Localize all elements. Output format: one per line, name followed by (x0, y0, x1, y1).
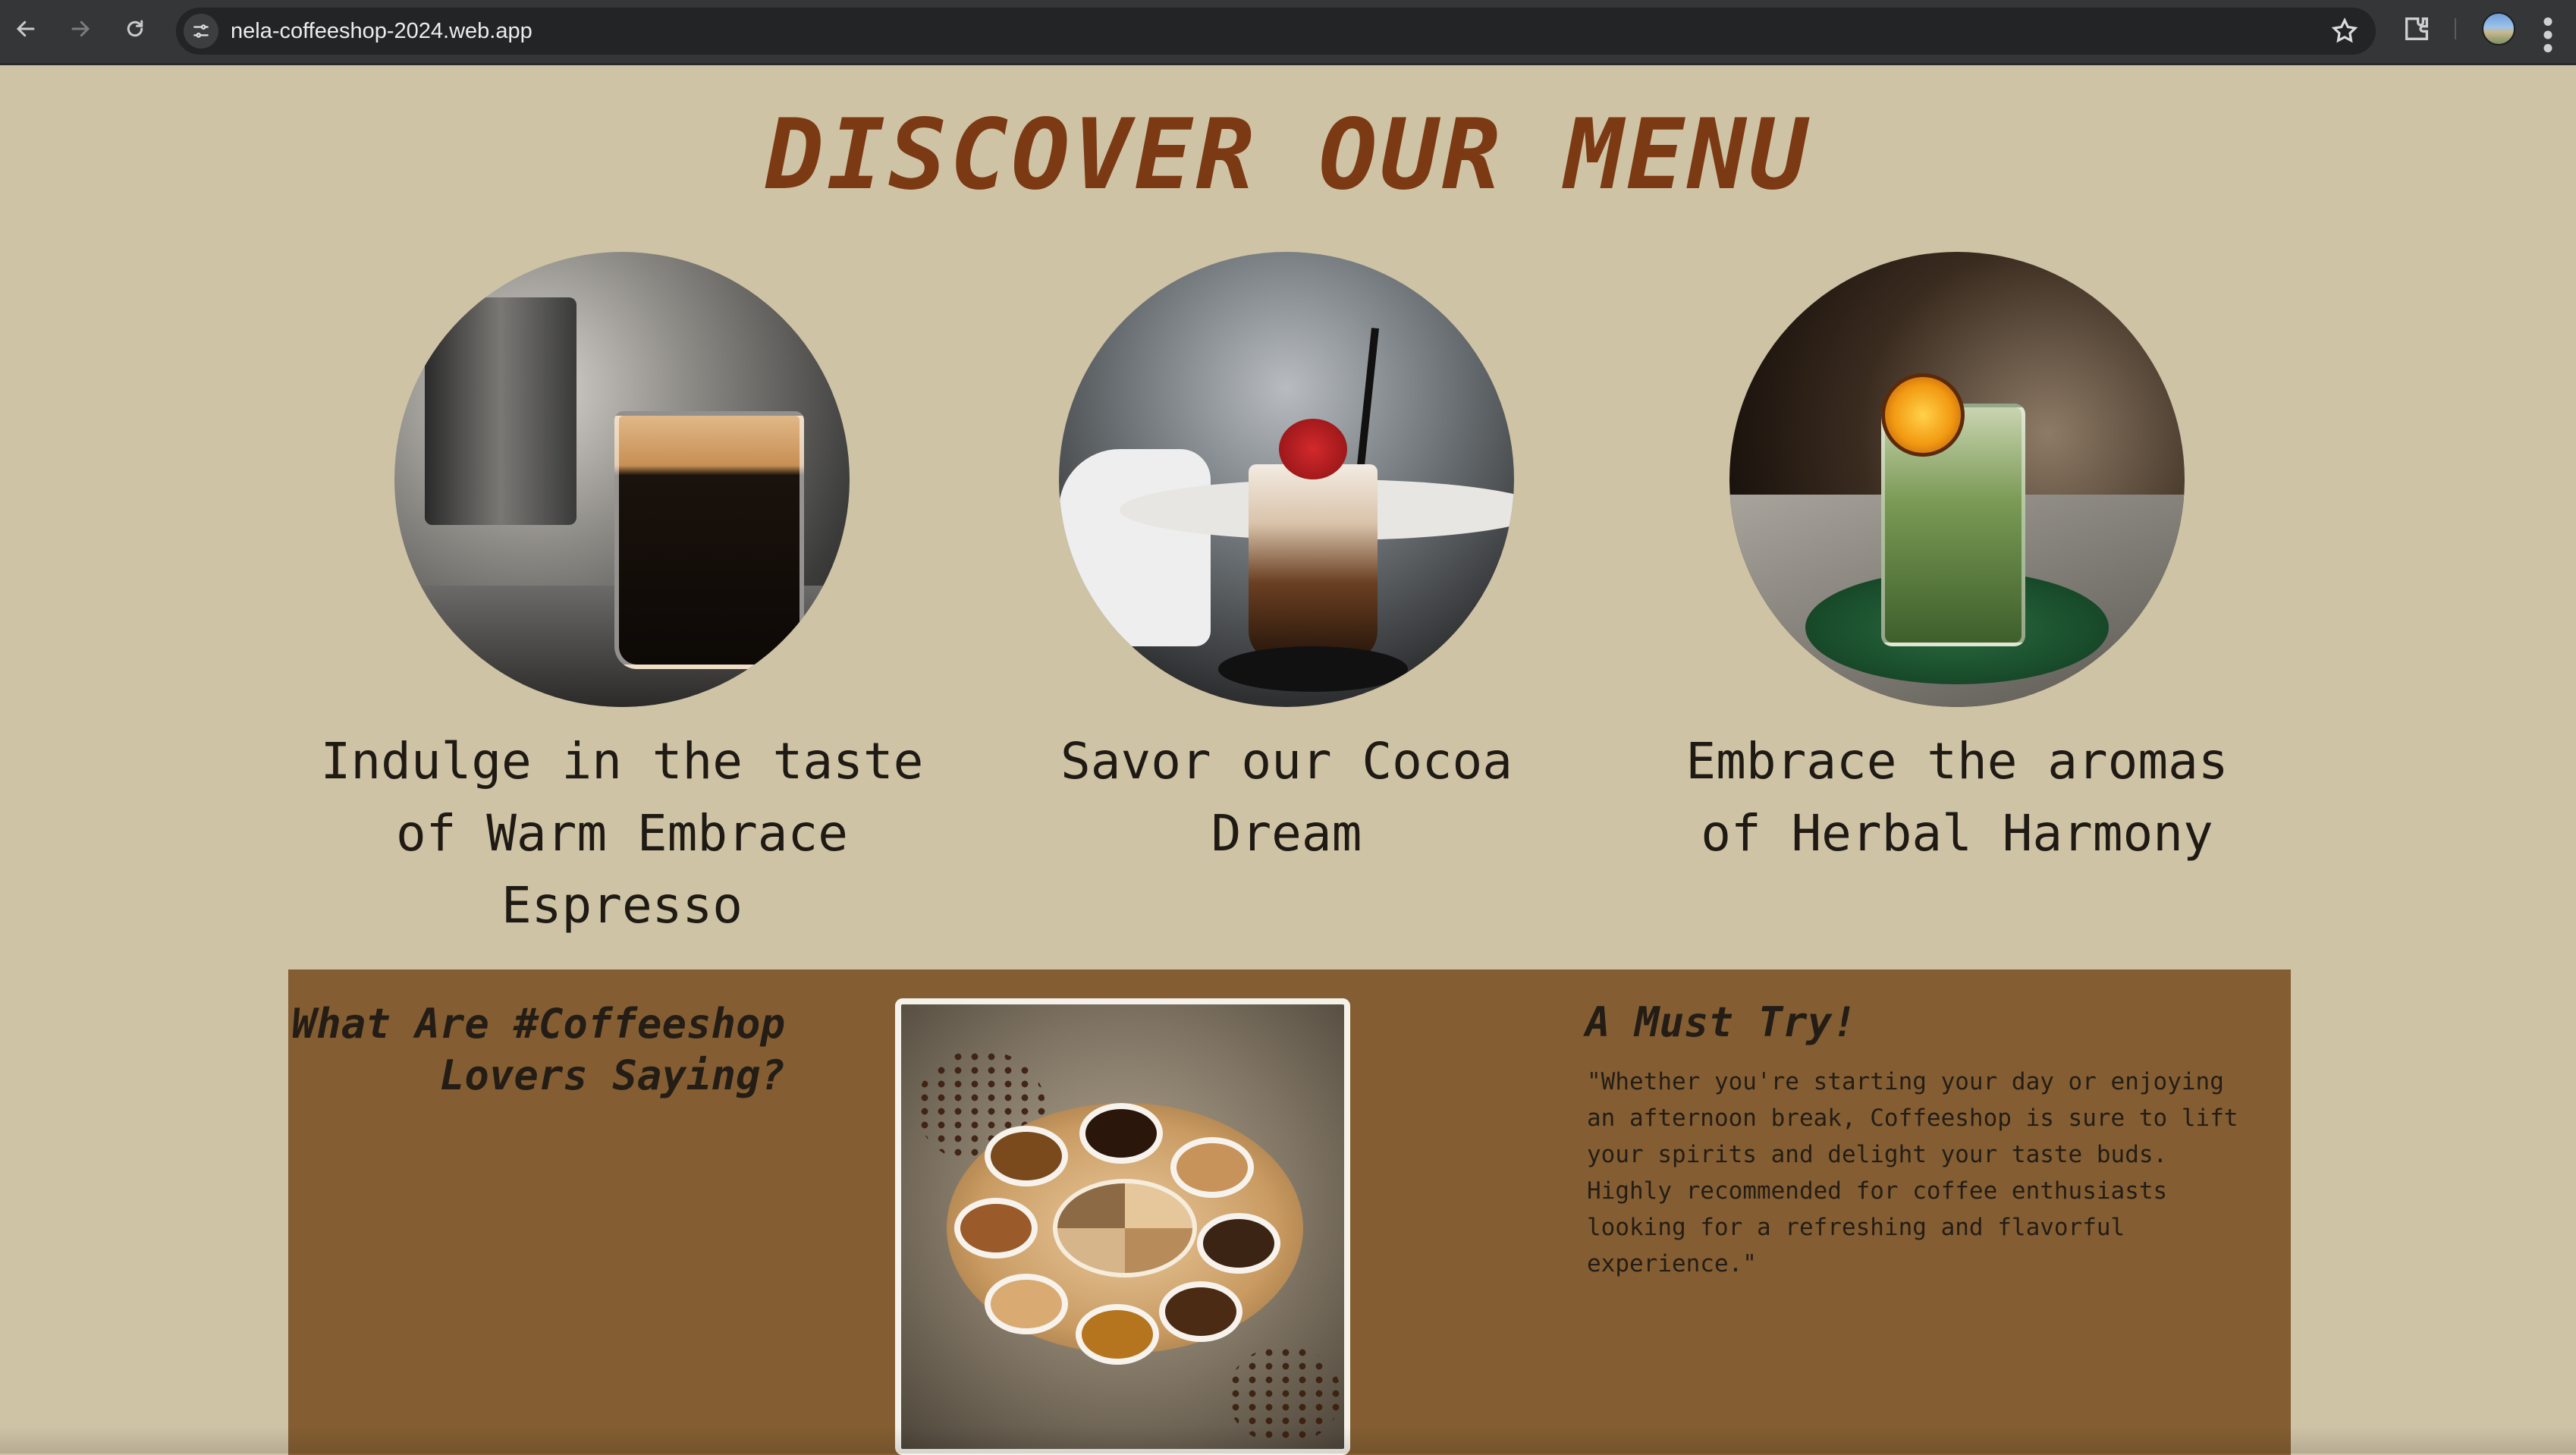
menu-item-cocoa[interactable]: Savor our Cocoa Dream (975, 252, 1597, 869)
bookmark-star-icon[interactable] (2330, 17, 2359, 46)
browser-toolbar: nela-coffeeshop-2024.web.app (0, 0, 2576, 65)
page-title: DISCOVER OUR MENU (765, 99, 1811, 212)
toolbar-divider (2455, 18, 2456, 39)
coffee-platter-photo (895, 998, 1350, 1455)
menu-item-espresso[interactable]: Indulge in the taste of Warm Embrace Esp… (311, 252, 933, 941)
reload-icon[interactable] (117, 11, 153, 47)
menu-item-caption: Indulge in the taste of Warm Embrace Esp… (320, 732, 924, 935)
extensions-icon[interactable] (2402, 14, 2432, 44)
espresso-glass-photo (394, 252, 850, 707)
url-text[interactable]: nela-coffeeshop-2024.web.app (231, 8, 532, 55)
herbal-drink-photo (1729, 252, 2185, 707)
testimonial-heading: What Are #Coffeeshop Lovers Saying? (291, 1000, 785, 1099)
cocoa-milkshake-photo (1059, 252, 1514, 707)
must-try-quote: "Whether you're starting your day or enj… (1587, 1068, 2238, 1277)
menu-item-herbal[interactable]: Embrace the aromas of Herbal Harmony (1646, 252, 2268, 869)
menu-item-caption: Savor our Cocoa Dream (1060, 732, 1513, 863)
profile-avatar-icon[interactable] (2482, 12, 2515, 46)
back-arrow-icon[interactable] (8, 11, 44, 47)
forward-arrow-icon[interactable] (62, 11, 99, 47)
page-bottom-shadow (0, 1426, 2576, 1453)
more-menu-icon[interactable] (2537, 12, 2559, 52)
address-bar[interactable]: nela-coffeeshop-2024.web.app (176, 8, 2376, 55)
site-info-icon[interactable] (184, 14, 218, 49)
must-try-title: A Must Try! (1585, 998, 1857, 1046)
menu-item-caption: Embrace the aromas of Herbal Harmony (1685, 732, 2229, 863)
testimonial-section: What Are #Coffeeshop Lovers Saying? A Mu… (288, 969, 2291, 1455)
